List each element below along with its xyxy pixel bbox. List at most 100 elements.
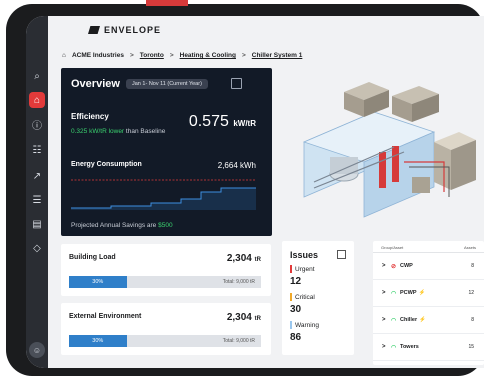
asset-name: PCWP ⚡ <box>400 290 425 296</box>
home-icon[interactable]: ⌂ <box>29 92 45 108</box>
chart-icon[interactable]: ↗ <box>29 168 45 184</box>
building-load-unit: tR <box>254 257 261 263</box>
assets-table: Group/Asset Assets > ⊘ CWP 8 > ◠ PCWP ⚡ 1… <box>373 241 484 365</box>
table-row[interactable]: > ◠ Towers 15 <box>373 334 484 361</box>
energy-value: 2,664 kWh <box>217 161 256 170</box>
wifi-icon: ◠ <box>391 345 397 351</box>
urgent-marker-icon <box>290 265 292 273</box>
chevron-right-icon[interactable]: > <box>382 290 386 296</box>
date-range-button[interactable]: Jan 1- Nov 11 (Current Year) <box>126 79 208 89</box>
savings-text: Projected Annual Savings are $500 <box>71 222 173 229</box>
energy-area <box>71 188 256 210</box>
column-header-assets: Assets <box>463 245 476 250</box>
building-load-card[interactable]: Building Load 2,304 tR 30% Total: 9,000 … <box>61 244 271 296</box>
building-load-number: 2,304 <box>226 253 252 264</box>
breadcrumb: ⌂ ACME Industries > Toronto > Heating & … <box>62 52 302 59</box>
issue-urgent-label: Urgent <box>290 265 315 273</box>
issue-label: Warning <box>295 321 319 329</box>
building-load-total: Total: 9,000 tR <box>222 279 255 285</box>
asset-name-text: PCWP <box>400 290 417 296</box>
asset-name: Towers <box>400 344 419 350</box>
breadcrumb-item[interactable]: ACME Industries <box>72 52 124 59</box>
energy-label: Energy Consumption <box>71 161 142 168</box>
chevron-right-icon[interactable]: > <box>382 263 386 269</box>
building-load-value: 2,304 tR <box>227 253 261 264</box>
efficiency-delta: 0.325 kW/tR lower <box>71 128 125 135</box>
chevron-right-icon[interactable]: > <box>382 317 386 323</box>
alert-icon[interactable]: ◇ <box>29 240 45 256</box>
issue-label: Critical <box>295 293 315 301</box>
asset-count: 15 <box>468 344 474 350</box>
efficiency-value: 0.575 kW/tR <box>189 113 256 131</box>
efficiency-suffix: than Baseline <box>125 128 166 135</box>
critical-marker-icon <box>290 293 292 301</box>
energy-trend-chart <box>71 179 256 210</box>
bolt-icon: ⚡ <box>418 290 426 296</box>
red-tab-marker <box>146 0 188 6</box>
external-environment-progress-fill: 30% <box>69 335 127 347</box>
breadcrumb-separator: > <box>169 52 174 59</box>
breadcrumb-item[interactable]: Toronto <box>140 52 164 59</box>
external-environment-unit: tR <box>254 316 261 322</box>
home-crumb-icon[interactable]: ⌂ <box>62 52 66 59</box>
asset-count: 12 <box>468 290 474 296</box>
expand-icon[interactable] <box>337 250 346 259</box>
breadcrumb-separator: > <box>129 52 134 59</box>
issue-label: Urgent <box>295 265 315 273</box>
column-header-group: Group/Asset <box>381 245 404 250</box>
assets-table-header: Group/Asset Assets <box>373 241 484 253</box>
breadcrumb-item[interactable]: Heating & Cooling <box>180 52 236 59</box>
chevron-right-icon[interactable]: > <box>382 344 386 350</box>
issue-critical-count: 30 <box>290 304 302 315</box>
bolt-icon: ⚡ <box>419 317 426 323</box>
table-row[interactable]: > ⊘ CWP 8 <box>373 253 484 280</box>
efficiency-unit: kW/tR <box>233 119 256 128</box>
issue-urgent-count: 12 <box>290 276 302 287</box>
asset-name: Chiller ⚡ <box>400 317 426 323</box>
external-environment-total: Total: 9,000 tR <box>222 338 255 344</box>
building-load-progress: 30% Total: 9,000 tR <box>69 276 261 288</box>
overview-title: Overview <box>71 78 120 90</box>
top-bar: ENVELOPE <box>48 16 484 46</box>
expand-icon[interactable] <box>231 78 242 89</box>
asset-name-text: CWP <box>400 263 413 269</box>
asset-count: 8 <box>471 317 474 323</box>
external-environment-card[interactable]: External Environment 2,304 tR 30% Total:… <box>61 303 271 355</box>
efficiency-comparison: 0.325 kW/tR lower than Baseline <box>71 128 165 135</box>
hierarchy-icon[interactable]: ☷ <box>29 142 45 158</box>
efficiency-label: Efficiency <box>71 112 109 121</box>
app-screen: ⌕ ⌂ ⓘ ☷ ↗ ☰ ▤ ◇ ☺ ENVELOPE ⌂ ACME Indust… <box>26 16 484 368</box>
chiller-system-3d-illustration[interactable] <box>284 72 480 232</box>
table-row[interactable]: > ◠ Chiller ⚡ 8 <box>373 307 484 334</box>
table-row[interactable]: > ◠ PCWP ⚡ 12 <box>373 280 484 307</box>
overview-panel: Overview Jan 1- Nov 11 (Current Year) Ef… <box>61 68 272 236</box>
asset-name: CWP <box>400 263 413 269</box>
building-load-title: Building Load <box>69 254 116 261</box>
asset-name-text: Towers <box>400 344 419 350</box>
sidebar: ⌕ ⌂ ⓘ ☷ ↗ ☰ ▤ ◇ ☺ <box>26 16 48 368</box>
search-icon[interactable]: ⌕ <box>29 68 45 84</box>
breadcrumb-separator: > <box>241 52 246 59</box>
breadcrumb-item[interactable]: Chiller System 1 <box>252 52 303 59</box>
issues-card[interactable]: Issues Urgent 12 Critical 30 Warning 86 <box>282 241 354 355</box>
savings-label: Projected Annual Savings are <box>71 222 157 229</box>
savings-value: $500 <box>158 222 173 229</box>
efficiency-number: 0.575 <box>188 113 229 130</box>
briefcase-icon[interactable]: ▤ <box>29 216 45 232</box>
warning-marker-icon <box>290 321 292 329</box>
wifi-icon: ◠ <box>391 318 397 324</box>
external-environment-number: 2,304 <box>226 312 252 323</box>
wifi-icon: ◠ <box>391 291 397 297</box>
document-icon[interactable]: ☰ <box>29 192 45 208</box>
external-environment-value: 2,304 tR <box>227 312 261 323</box>
issue-warning-count: 86 <box>290 332 302 343</box>
avatar[interactable]: ☺ <box>29 342 45 358</box>
info-icon[interactable]: ⓘ <box>29 116 45 132</box>
logo-mark-icon <box>88 26 100 34</box>
brand-logo[interactable]: ENVELOPE <box>88 25 161 35</box>
asset-name-text: Chiller <box>400 317 418 323</box>
issue-critical-label: Critical <box>290 293 315 301</box>
external-environment-title: External Environment <box>69 313 142 320</box>
asset-count: 8 <box>471 263 474 269</box>
issues-title: Issues <box>290 250 319 260</box>
